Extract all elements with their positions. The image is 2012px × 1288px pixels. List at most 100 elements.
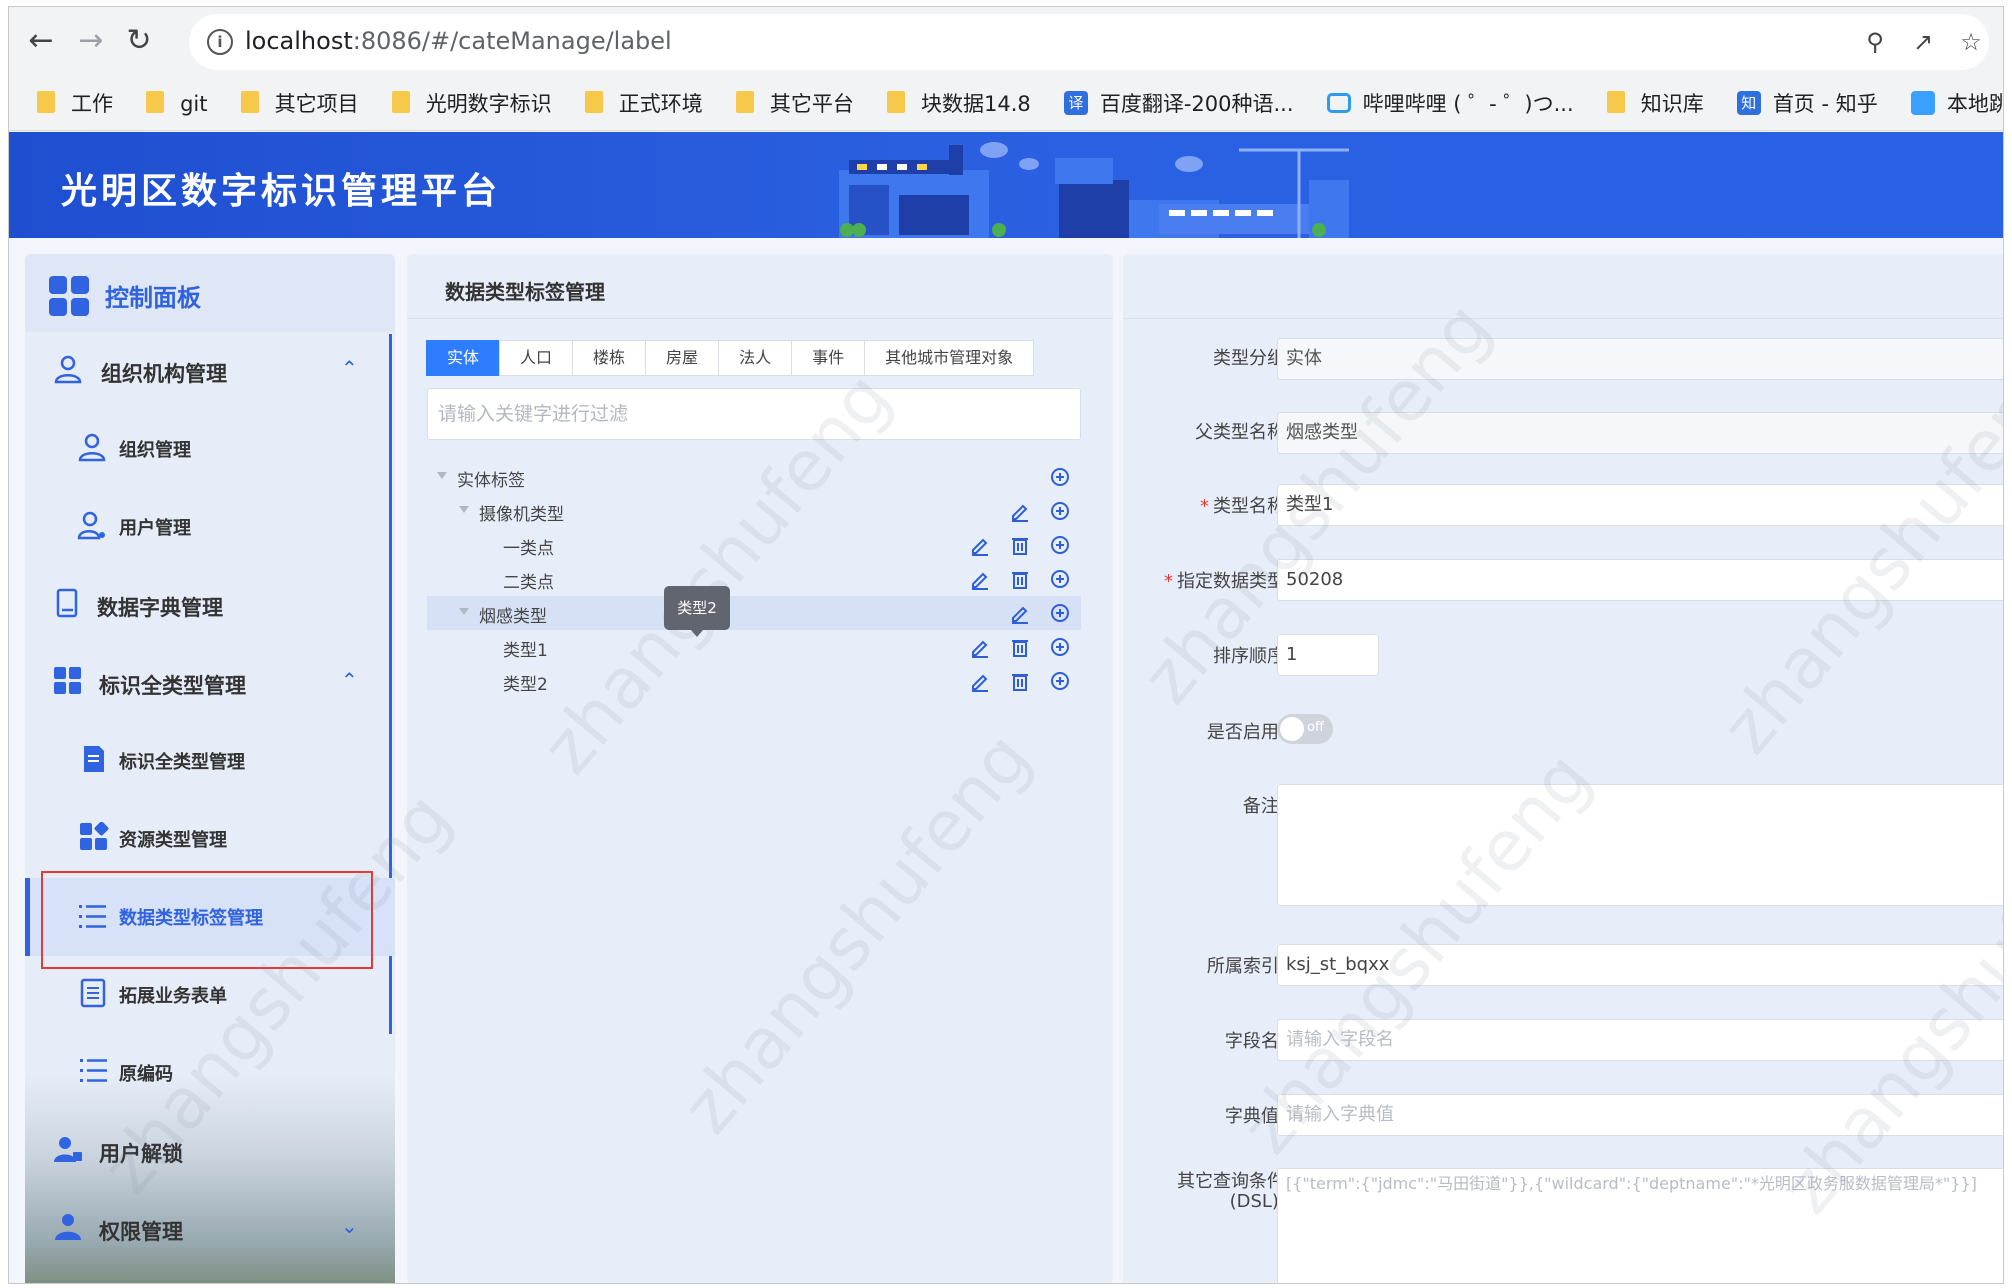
add-circle-icon[interactable] (1049, 636, 1071, 658)
tree-node-camera[interactable]: 摄像机类型 (427, 494, 1081, 528)
edit-icon[interactable] (1009, 602, 1031, 624)
caret-down-icon[interactable] (437, 472, 447, 479)
bookmark-label: 本地跳转粤政易测试 (1946, 92, 2003, 116)
bookmark-item[interactable]: 工作 (37, 77, 113, 130)
edit-icon[interactable] (1009, 500, 1031, 522)
bookmark-item[interactable]: 光明数字标识 (391, 77, 552, 130)
chevron-up-icon[interactable]: ⌃ (341, 668, 363, 692)
type-name-input[interactable]: 类型1 (1277, 484, 2003, 526)
zoom-icon[interactable]: ⚲ (1859, 26, 1891, 58)
bookmark-item[interactable]: 知识库 (1606, 77, 1704, 130)
tree-node-label: 实体标签 (457, 471, 525, 491)
category-tabs: 实体 人口 楼栋 房屋 法人 事件 其他城市管理对象 (426, 340, 1035, 376)
trash-icon[interactable] (1009, 534, 1031, 556)
bookmark-item[interactable]: 哔哩哔哩 ( ゜- ゜)つ... (1326, 77, 1574, 130)
tag-detail-form: 类型分组 实体 父类型名称 烟感类型 * 类型名称 类型1 * 指定数据类型 502… (1123, 254, 2003, 1283)
tree-node-type1[interactable]: 类型1 (427, 630, 1081, 664)
sidebar-item-label: 拓展业务表单 (119, 986, 227, 1007)
dict-value-input[interactable]: 请输入字典值 (1277, 1094, 2003, 1136)
tree-node-root[interactable]: 实体标签 (427, 460, 1081, 494)
bookmark-item[interactable]: 块数据14.8 (886, 77, 1031, 130)
add-circle-icon[interactable] (1049, 466, 1071, 488)
tab-house[interactable]: 房屋 (645, 340, 720, 376)
divider (1123, 318, 2003, 319)
tree-node-label: 二类点 (503, 573, 554, 593)
sidebar-item-resource-types[interactable]: 资源类型管理 (25, 800, 395, 878)
tree-node-label: 摄像机类型 (479, 505, 564, 525)
trash-icon[interactable] (1009, 568, 1031, 590)
tree-node-class2[interactable]: 二类点 (427, 562, 1081, 596)
bookmark-item[interactable]: 知首页 - 知乎 (1736, 77, 1878, 130)
bookmark-item[interactable]: git (146, 77, 208, 130)
tab-other-city-objects[interactable]: 其他城市管理对象 (864, 340, 1035, 376)
folder-icon (584, 91, 603, 113)
site-info-icon[interactable]: i (207, 29, 233, 55)
grid-icon (54, 667, 81, 694)
tree-node-class1[interactable]: 一类点 (427, 528, 1081, 562)
tree-node-smoke[interactable]: 烟感类型 (427, 596, 1081, 630)
bookmark-item[interactable]: 其它平台 (735, 77, 854, 130)
sidebar-item-org-manage[interactable]: 组织管理 (25, 410, 395, 488)
caret-down-icon[interactable] (459, 608, 469, 615)
bookmark-label: 首页 - 知乎 (1772, 92, 1878, 116)
forward-icon[interactable]: → (71, 21, 111, 61)
add-circle-icon[interactable] (1049, 500, 1071, 522)
field-label: 类型分组 (1213, 348, 1285, 369)
sidebar-item-original-code[interactable]: 原编码 (25, 1034, 395, 1112)
sidebar-item-org-structure[interactable]: 组织机构管理 ⌃ (25, 332, 395, 410)
bookmark-item[interactable]: 本地跳转粤政易测试 (1910, 77, 2003, 130)
address-bar[interactable]: i localhost:8086/#/cateManage/label ⚲ ↗ … (189, 14, 1989, 70)
add-circle-icon[interactable] (1049, 602, 1071, 624)
bookmark-item[interactable]: 译百度翻译-200种语... (1063, 77, 1294, 130)
enabled-toggle[interactable]: off (1277, 714, 1333, 744)
tab-entity[interactable]: 实体 (426, 340, 501, 376)
add-circle-icon[interactable] (1049, 534, 1071, 556)
index-input[interactable]: ksj_st_bqxx (1277, 944, 2003, 986)
sidebar-item-permissions[interactable]: 权限管理 ⌄ (25, 1190, 395, 1268)
site-icon (1910, 91, 1935, 115)
sidebar-item-label: 用户管理 (119, 518, 191, 539)
edit-icon[interactable] (969, 670, 991, 692)
sort-order-input[interactable]: 1 (1277, 634, 1379, 676)
sidebar-item-data-dictionary[interactable]: 数据字典管理 (25, 566, 395, 644)
sidebar-item-extended-forms[interactable]: 拓展业务表单 (25, 956, 395, 1034)
edit-icon[interactable] (969, 534, 991, 556)
url-text[interactable]: localhost:8086/#/cateManage/label (245, 27, 672, 55)
sidebar-item-user-unlock[interactable]: 用户解锁 (25, 1112, 395, 1190)
sidebar-dashboard[interactable]: 控制面板 (25, 254, 395, 332)
add-circle-icon[interactable] (1049, 568, 1071, 590)
bookmark-label: 哔哩哔哩 ( ゜- ゜)つ... (1362, 92, 1574, 116)
share-icon[interactable]: ↗ (1907, 26, 1939, 58)
edit-icon[interactable] (969, 568, 991, 590)
remark-textarea[interactable] (1277, 784, 2003, 906)
bookmark-label: 百度翻译-200种语... (1099, 92, 1294, 116)
chevron-down-icon[interactable]: ⌄ (341, 1214, 363, 1238)
edit-icon[interactable] (969, 636, 991, 658)
caret-down-icon[interactable] (459, 506, 469, 513)
dsl-textarea[interactable]: [{"term":{"jdmc":"马田街道"}},{"wildcard":{"… (1277, 1168, 2003, 1283)
sidebar-item-identifier-types[interactable]: 标识全类型管理 ⌃ (25, 644, 395, 722)
sidebar-item-label: 标识全类型管理 (99, 674, 246, 698)
folder-icon (37, 91, 55, 113)
tree-filter-input[interactable]: 请输入关键字进行过滤 (427, 388, 1081, 440)
add-circle-icon[interactable] (1049, 670, 1071, 692)
bookmark-item[interactable]: 正式环境 (584, 77, 703, 130)
back-icon[interactable]: ← (21, 21, 61, 61)
trash-icon[interactable] (1009, 670, 1031, 692)
trash-icon[interactable] (1009, 636, 1031, 658)
tree-node-type2[interactable]: 类型2 (427, 664, 1081, 698)
tab-building[interactable]: 楼栋 (572, 340, 647, 376)
sidebar-item-user-manage[interactable]: 用户管理 (25, 488, 395, 566)
chevron-up-icon[interactable]: ⌃ (341, 356, 363, 380)
reload-icon[interactable]: ↻ (119, 21, 159, 61)
bookmark-item[interactable]: 其它项目 (240, 77, 359, 130)
url-host: localhost (245, 27, 353, 55)
field-name-input[interactable]: 请输入字段名 (1277, 1019, 2003, 1061)
bookmark-star-icon[interactable]: ☆ (1955, 26, 1987, 58)
tab-legal-person[interactable]: 法人 (718, 340, 793, 376)
tab-population[interactable]: 人口 (499, 340, 574, 376)
sidebar-item-identifier-type-manage[interactable]: 标识全类型管理 (25, 722, 395, 800)
bookmarks-bar: 工作 git 其它项目 光明数字标识 正式环境 其它平台 块数据14.8 译百度… (9, 77, 2003, 131)
tab-event[interactable]: 事件 (791, 340, 866, 376)
data-type-input[interactable]: 50208 (1277, 559, 2003, 601)
